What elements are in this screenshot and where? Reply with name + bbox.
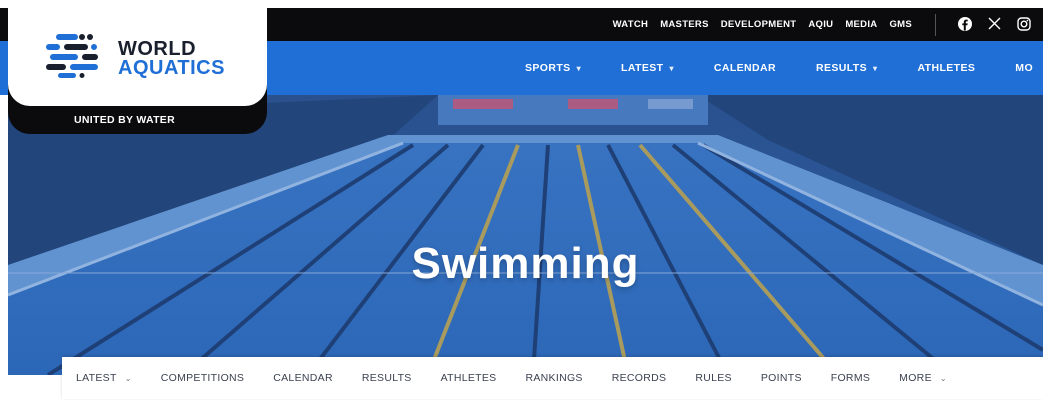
top-links: WATCH MASTERS DEVELOPMENT AQIU MEDIA GMS xyxy=(613,8,912,41)
nav-sports-label: SPORTS xyxy=(525,62,571,74)
subnav-athletes[interactable]: ATHLETES xyxy=(441,372,497,384)
logo-panel: WORLD AQUATICS xyxy=(8,0,267,106)
subnav-more-label: MORE xyxy=(899,372,932,384)
x-icon[interactable] xyxy=(988,17,1001,32)
sub-nav: LATEST ⌄ COMPETITIONS CALENDAR RESULTS AT… xyxy=(62,357,1043,399)
nav-results[interactable]: RESULTS ▾ xyxy=(816,62,877,74)
subnav-calendar[interactable]: CALENDAR xyxy=(273,372,333,384)
brand-tagline: UNITED BY WATER xyxy=(74,114,175,126)
top-link-masters[interactable]: MASTERS xyxy=(660,19,709,30)
nav-sports[interactable]: SPORTS ▾ xyxy=(525,62,581,74)
top-link-media[interactable]: MEDIA xyxy=(845,19,877,30)
top-link-gms[interactable]: GMS xyxy=(889,19,912,30)
nav-latest-label: LATEST xyxy=(621,62,664,74)
world-aquatics-logo-icon xyxy=(46,34,98,78)
facebook-icon[interactable] xyxy=(958,16,972,33)
subnav-more[interactable]: MORE ⌄ xyxy=(899,372,947,384)
instagram-icon[interactable] xyxy=(1017,16,1031,33)
subnav-forms[interactable]: FORMS xyxy=(831,372,870,384)
nav-calendar[interactable]: CALENDAR xyxy=(714,62,776,74)
nav-athletes[interactable]: ATHLETES xyxy=(917,62,975,74)
subnav-points[interactable]: POINTS xyxy=(761,372,802,384)
chevron-down-icon: ▾ xyxy=(669,63,674,73)
chevron-down-icon: ▾ xyxy=(873,63,878,73)
top-link-watch[interactable]: WATCH xyxy=(613,19,649,30)
brand-name-line2: AQUATICS xyxy=(118,57,225,79)
top-link-aqiu[interactable]: AQIU xyxy=(808,19,833,30)
top-divider xyxy=(935,14,936,36)
subnav-latest-label: LATEST xyxy=(76,372,117,384)
subnav-competitions[interactable]: COMPETITIONS xyxy=(161,372,245,384)
hero-banner: Swimming xyxy=(8,95,1043,375)
subnav-rankings[interactable]: RANKINGS xyxy=(525,372,582,384)
hero-title: Swimming xyxy=(411,239,640,288)
subnav-latest[interactable]: LATEST ⌄ xyxy=(76,372,132,384)
chevron-down-icon: ⌄ xyxy=(939,373,947,383)
chevron-down-icon: ⌄ xyxy=(124,373,132,383)
nav-latest[interactable]: LATEST ▾ xyxy=(621,62,674,74)
subnav-results[interactable]: RESULTS xyxy=(362,372,412,384)
top-link-development[interactable]: DEVELOPMENT xyxy=(721,19,797,30)
subnav-records[interactable]: RECORDS xyxy=(612,372,667,384)
social-links xyxy=(958,8,1031,41)
logo-card[interactable]: WORLD AQUATICS UNITED BY WATER xyxy=(8,0,267,134)
chevron-down-icon: ▾ xyxy=(576,63,581,73)
nav-results-label: RESULTS xyxy=(816,62,868,74)
pool-image xyxy=(8,95,1043,375)
subnav-rules[interactable]: RULES xyxy=(695,372,732,384)
nav-more[interactable]: MO xyxy=(1015,62,1033,74)
